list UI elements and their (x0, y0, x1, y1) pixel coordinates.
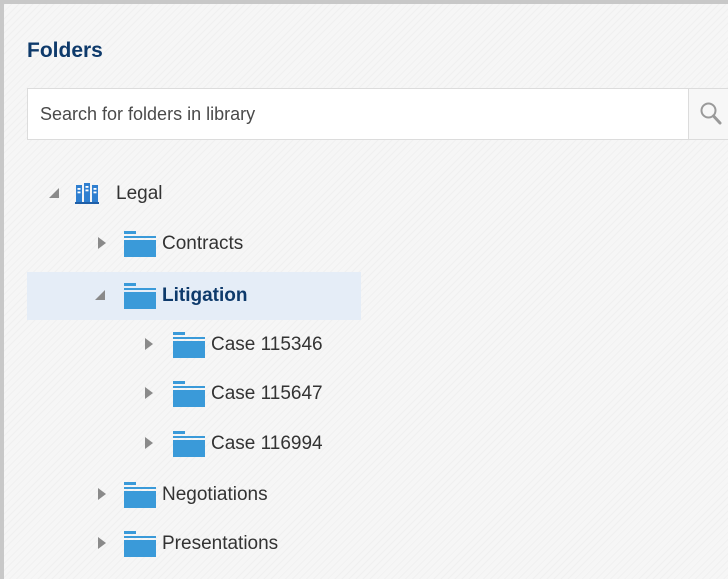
tree-node-negotiations[interactable]: Negotiations (27, 471, 361, 519)
library-icon (75, 183, 99, 204)
tree-node-litigation[interactable]: Litigation (27, 272, 361, 320)
search-box (27, 88, 728, 140)
tree-node-presentations[interactable]: Presentations (27, 520, 361, 568)
expand-triangle-icon[interactable] (95, 236, 109, 250)
tree-node-label: Contracts (162, 233, 244, 254)
tree-node-label: Legal (116, 183, 163, 204)
expand-triangle-icon[interactable] (142, 386, 156, 400)
folders-panel: Folders Legal (0, 0, 728, 579)
tree-node-case-116994[interactable]: Case 116994 (27, 420, 361, 468)
collapse-triangle-icon[interactable] (93, 288, 107, 302)
expand-triangle-icon[interactable] (142, 436, 156, 450)
folder-icon (124, 531, 156, 557)
expand-triangle-icon[interactable] (95, 487, 109, 501)
tree-node-case-115647[interactable]: Case 115647 (27, 370, 361, 418)
folder-icon (173, 431, 205, 457)
tree-node-label: Case 115346 (211, 334, 323, 355)
collapse-triangle-icon[interactable] (47, 186, 61, 200)
search-button[interactable] (688, 89, 728, 139)
tree-node-label: Case 115647 (211, 383, 323, 404)
folder-icon (124, 283, 156, 309)
tree-node-legal[interactable]: Legal (27, 170, 357, 218)
folder-icon (173, 332, 205, 358)
search-icon (700, 102, 722, 125)
search-input[interactable] (28, 89, 688, 139)
tree-node-label: Presentations (162, 533, 279, 554)
panel-title: Folders (27, 39, 103, 62)
folder-icon (173, 381, 205, 407)
tree-node-label: Negotiations (162, 484, 268, 505)
tree-node-case-115346[interactable]: Case 115346 (27, 321, 361, 369)
folder-icon (124, 482, 156, 508)
expand-triangle-icon[interactable] (142, 337, 156, 351)
tree-node-label: Case 116994 (211, 433, 323, 454)
tree-node-label: Litigation (162, 285, 248, 306)
expand-triangle-icon[interactable] (95, 536, 109, 550)
tree-node-contracts[interactable]: Contracts (27, 220, 357, 268)
folder-icon (124, 231, 156, 257)
